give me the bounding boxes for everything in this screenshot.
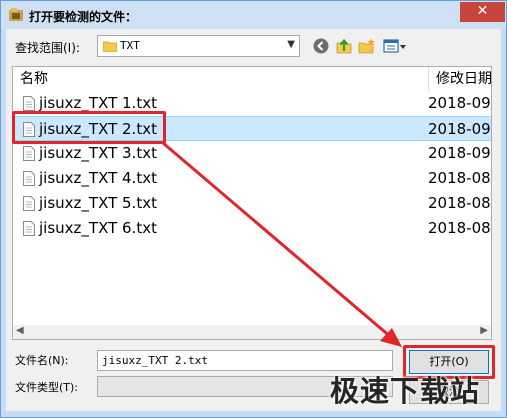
watermark-logo: 极速下载站 bbox=[330, 374, 481, 408]
file-name: jisuxz_TXT 3.txt bbox=[39, 144, 157, 162]
title-bar[interactable]: 打开要检测的文件： ✕ bbox=[1, 1, 506, 29]
close-button[interactable]: ✕ bbox=[460, 2, 505, 22]
scroll-left-icon[interactable]: ◀ bbox=[16, 325, 24, 336]
list-item[interactable]: jisuxz_TXT 4.txt 2018-08 bbox=[13, 166, 491, 191]
filename-label: 文件名(N): bbox=[15, 354, 69, 367]
folder-icon bbox=[103, 41, 117, 52]
lookin-label: 查找范围(I): bbox=[15, 41, 80, 55]
horizontal-scrollbar[interactable]: ◀ ▶ bbox=[13, 325, 491, 339]
filetype-label: 文件类型(T): bbox=[15, 381, 79, 394]
text-file-icon bbox=[23, 96, 35, 111]
file-name: jisuxz_TXT 4.txt bbox=[39, 169, 157, 187]
file-name: jisuxz_TXT 6.txt bbox=[39, 219, 157, 237]
chevron-down-icon: ▼ bbox=[287, 39, 295, 50]
column-header-date[interactable]: 修改日期 bbox=[429, 67, 491, 91]
app-icon bbox=[9, 8, 23, 21]
new-folder-icon[interactable] bbox=[358, 37, 376, 55]
text-file-icon bbox=[23, 196, 35, 211]
view-menu-icon[interactable] bbox=[383, 37, 407, 55]
text-file-icon bbox=[23, 171, 35, 186]
file-date: 2018-09 bbox=[428, 120, 491, 138]
file-date: 2018-09 bbox=[428, 94, 491, 112]
close-icon: ✕ bbox=[476, 3, 489, 19]
file-name: jisuxz_TXT 5.txt bbox=[39, 194, 157, 212]
list-item[interactable]: jisuxz_TXT 5.txt 2018-08 bbox=[13, 191, 491, 216]
file-date: 2018-09 bbox=[428, 144, 491, 162]
lookin-dropdown[interactable]: TXT ▼ bbox=[97, 35, 300, 57]
list-item[interactable]: jisuxz_TXT 6.txt 2018-08 bbox=[13, 216, 491, 241]
list-item[interactable]: jisuxz_TXT 3.txt 2018-09 bbox=[13, 141, 491, 166]
lookin-value: TXT bbox=[120, 39, 140, 52]
file-list[interactable]: 名称 修改日期 jisuxz_TXT 1.txt 2018-09 jisuxz_… bbox=[12, 66, 492, 340]
file-date: 2018-08 bbox=[428, 194, 491, 212]
file-date: 2018-08 bbox=[428, 169, 491, 187]
text-file-icon bbox=[23, 146, 35, 161]
back-icon[interactable] bbox=[312, 37, 330, 55]
highlight-box-file bbox=[12, 111, 166, 144]
window-title: 打开要检测的文件： bbox=[29, 10, 138, 24]
scroll-right-icon[interactable]: ▶ bbox=[480, 325, 488, 336]
up-folder-icon[interactable] bbox=[335, 37, 353, 55]
text-file-icon bbox=[23, 221, 35, 236]
column-header-name[interactable]: 名称 bbox=[13, 67, 429, 91]
file-date: 2018-08 bbox=[428, 219, 491, 237]
